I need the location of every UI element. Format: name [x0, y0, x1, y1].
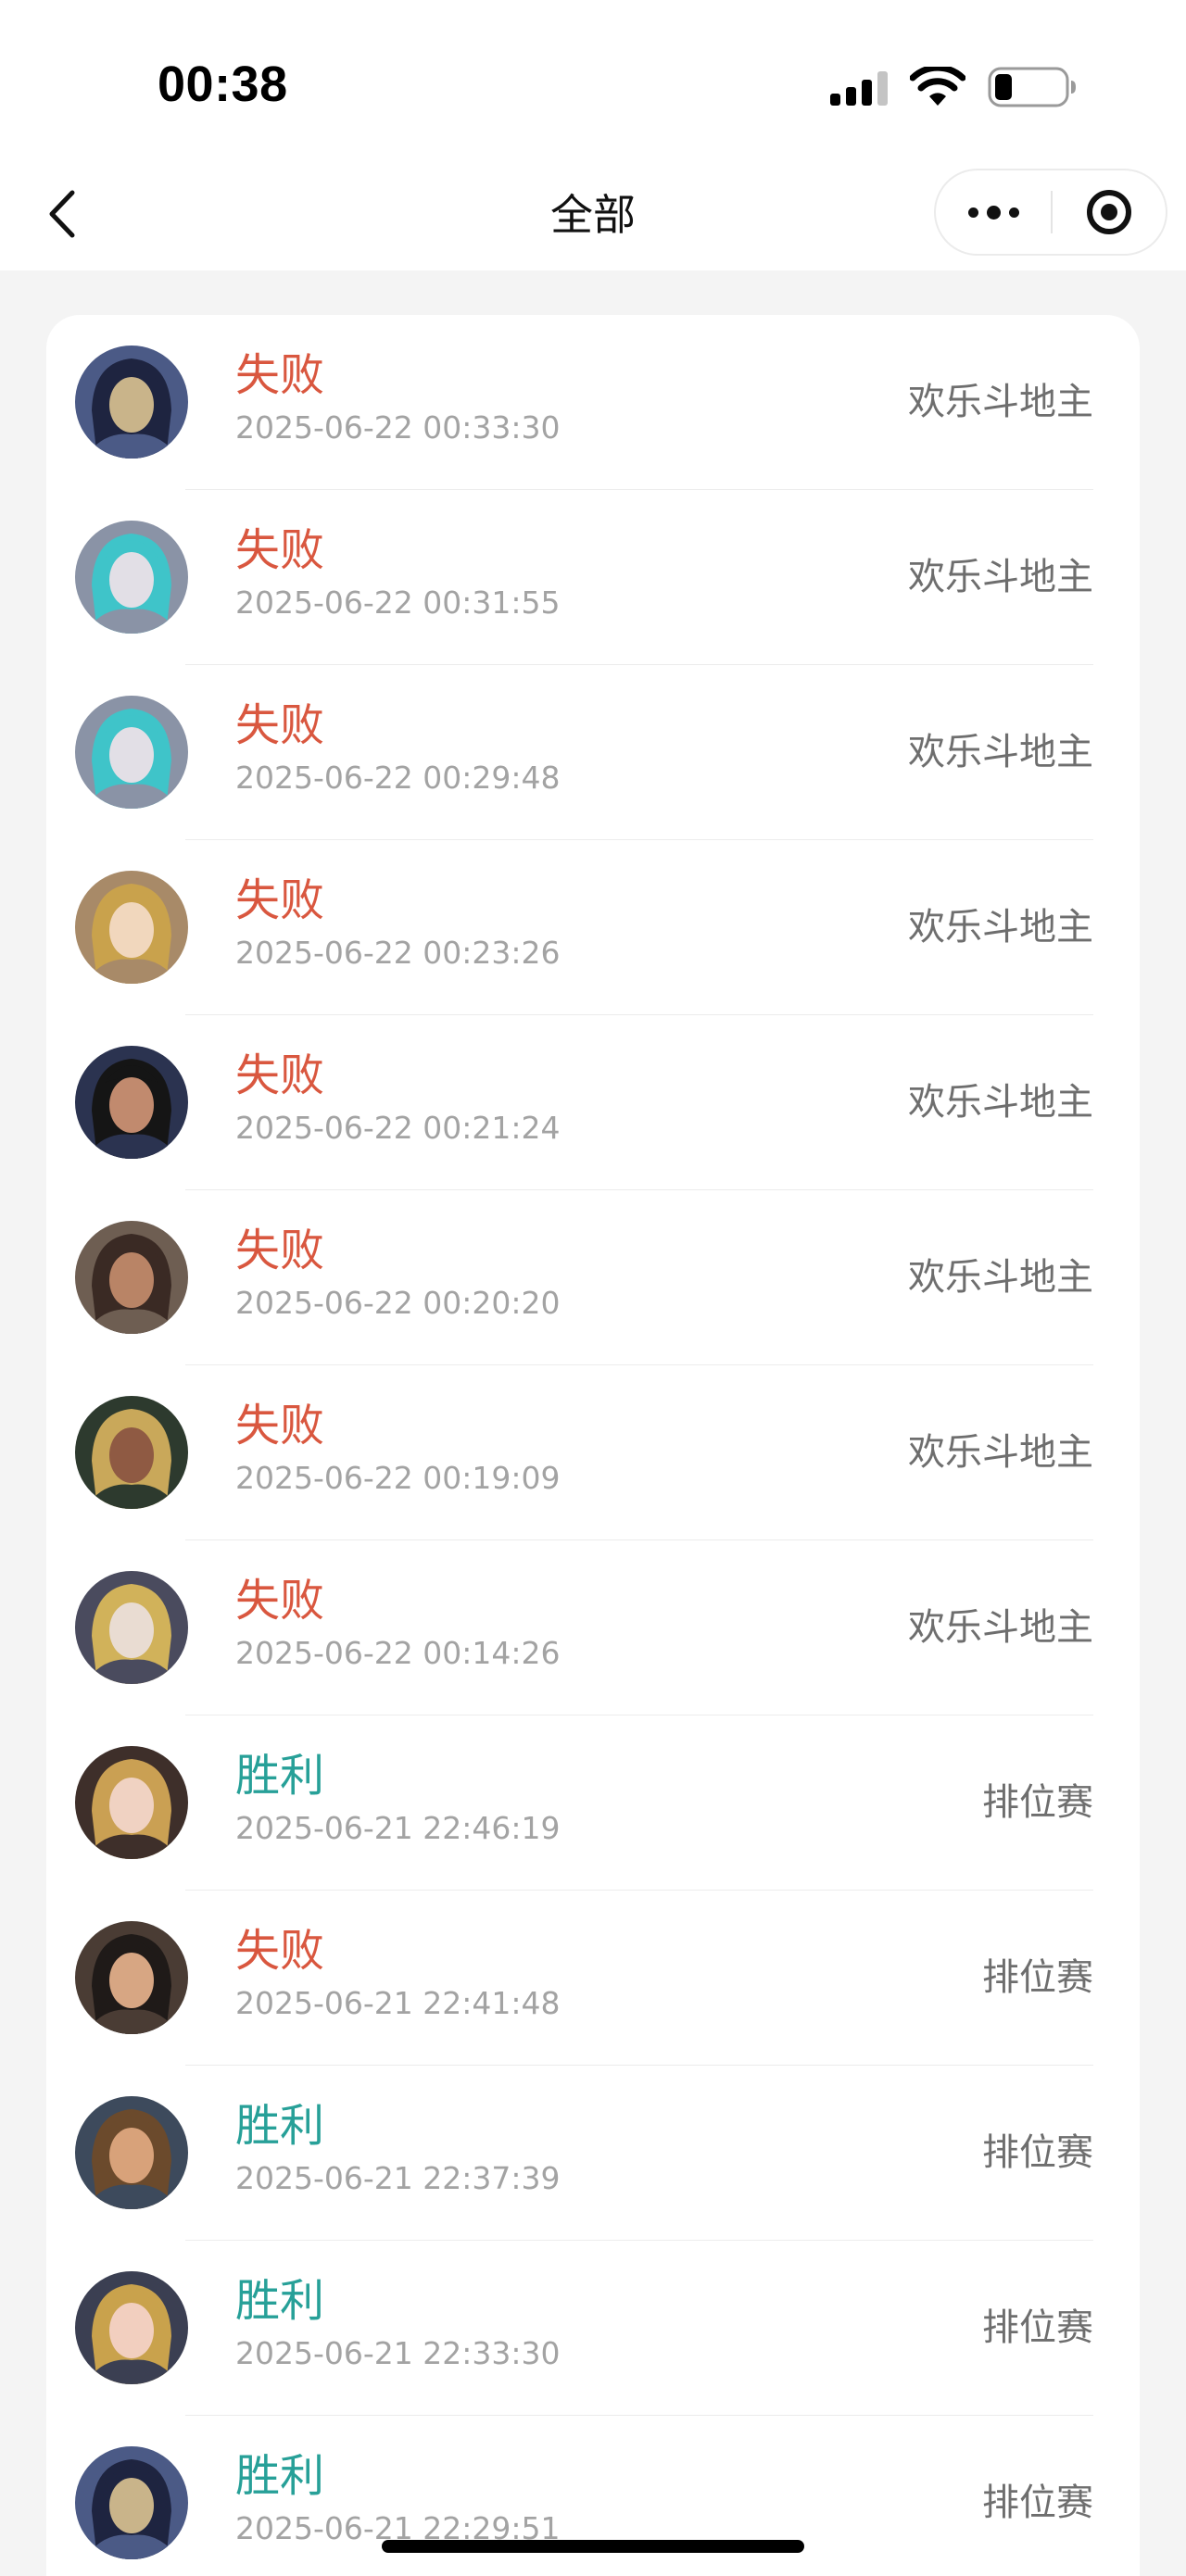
- hero-avatar: [75, 1221, 188, 1334]
- records-card: 失败 2025-06-22 00:33:30 欢乐斗地主 失败 2025-06-…: [46, 315, 1140, 2576]
- game-mode: 欢乐斗地主: [908, 381, 1093, 423]
- record-list: 失败 2025-06-22 00:33:30 欢乐斗地主 失败 2025-06-…: [46, 315, 1140, 2576]
- record-row[interactable]: 失败 2025-06-22 00:23:26 欢乐斗地主: [46, 840, 1140, 1015]
- hero-avatar: [75, 346, 188, 459]
- match-time: 2025-06-21 22:37:39: [235, 2160, 561, 2196]
- match-time: 2025-06-22 00:20:20: [235, 1285, 561, 1321]
- battery-icon: [988, 67, 1076, 107]
- cellular-signal-icon: [830, 69, 888, 106]
- match-time: 2025-06-22 00:19:09: [235, 1460, 561, 1496]
- status-bar: 00:38: [0, 0, 1186, 157]
- game-mode: 欢乐斗地主: [908, 906, 1093, 949]
- match-result: 失败: [235, 1400, 325, 1451]
- match-time: 2025-06-21 22:33:30: [235, 2335, 561, 2371]
- navigation-bar: 全部: [0, 157, 1186, 270]
- more-dots-icon: [986, 205, 1001, 220]
- mini-program-capsule: [934, 169, 1167, 256]
- status-time: 00:38: [158, 57, 288, 112]
- game-mode: 排位赛: [982, 2131, 1093, 2174]
- game-mode: 欢乐斗地主: [908, 731, 1093, 773]
- hero-avatar: [75, 1746, 188, 1859]
- match-result: 失败: [235, 1225, 325, 1276]
- game-mode: 欢乐斗地主: [908, 1081, 1093, 1124]
- match-time: 2025-06-22 00:33:30: [235, 409, 561, 446]
- record-row[interactable]: 失败 2025-06-22 00:31:55 欢乐斗地主: [46, 490, 1140, 665]
- match-result: 失败: [235, 1925, 325, 1977]
- more-options-button[interactable]: [936, 170, 1051, 254]
- hero-avatar: [75, 2096, 188, 2209]
- more-dots-icon: [1008, 207, 1019, 218]
- match-result: 胜利: [235, 2450, 325, 2502]
- hero-avatar: [75, 1396, 188, 1509]
- status-icons: [830, 65, 1077, 109]
- record-row[interactable]: 胜利 2025-06-21 22:46:19 排位赛: [46, 1715, 1140, 1891]
- match-result: 失败: [235, 524, 325, 576]
- match-time: 2025-06-22 00:31:55: [235, 584, 561, 621]
- target-circle-icon: [1087, 190, 1131, 234]
- hero-avatar: [75, 1571, 188, 1684]
- home-indicator: [382, 2540, 804, 2553]
- record-row[interactable]: 失败 2025-06-22 00:29:48 欢乐斗地主: [46, 665, 1140, 840]
- match-result: 胜利: [235, 2275, 325, 2327]
- hero-avatar: [75, 2446, 188, 2559]
- record-row[interactable]: 失败 2025-06-22 00:21:24 欢乐斗地主: [46, 1015, 1140, 1190]
- match-time: 2025-06-22 00:21:24: [235, 1110, 561, 1146]
- hero-avatar: [75, 696, 188, 809]
- hero-avatar: [75, 521, 188, 634]
- game-mode: 欢乐斗地主: [908, 556, 1093, 598]
- match-time: 2025-06-21 22:41:48: [235, 1985, 561, 2021]
- record-row[interactable]: 失败 2025-06-21 22:41:48 排位赛: [46, 1891, 1140, 2066]
- hero-avatar: [75, 871, 188, 984]
- match-time: 2025-06-22 00:14:26: [235, 1635, 561, 1671]
- record-row[interactable]: 失败 2025-06-22 00:19:09 欢乐斗地主: [46, 1365, 1140, 1540]
- match-result: 胜利: [235, 2100, 325, 2152]
- game-mode: 排位赛: [982, 2482, 1093, 2524]
- match-time: 2025-06-21 22:46:19: [235, 1810, 561, 1846]
- record-row[interactable]: 胜利 2025-06-21 22:33:30 排位赛: [46, 2241, 1140, 2416]
- match-result: 失败: [235, 874, 325, 926]
- match-result: 失败: [235, 1049, 325, 1101]
- game-mode: 欢乐斗地主: [908, 1431, 1093, 1474]
- hero-avatar: [75, 2271, 188, 2384]
- close-mini-program-button[interactable]: [1053, 170, 1166, 254]
- match-result: 失败: [235, 349, 325, 401]
- wifi-icon: [910, 67, 965, 106]
- record-row[interactable]: 失败 2025-06-22 00:20:20 欢乐斗地主: [46, 1190, 1140, 1365]
- hero-avatar: [75, 1046, 188, 1159]
- game-mode: 排位赛: [982, 1956, 1093, 1999]
- match-result: 失败: [235, 1575, 325, 1627]
- hero-avatar: [75, 1921, 188, 2034]
- match-result: 胜利: [235, 1750, 325, 1802]
- more-dots-icon: [967, 207, 978, 218]
- match-time: 2025-06-22 00:23:26: [235, 935, 561, 971]
- record-row[interactable]: 失败 2025-06-22 00:14:26 欢乐斗地主: [46, 1540, 1140, 1715]
- record-row[interactable]: 胜利 2025-06-21 22:37:39 排位赛: [46, 2066, 1140, 2241]
- game-mode: 排位赛: [982, 1781, 1093, 1824]
- game-mode: 欢乐斗地主: [908, 1606, 1093, 1649]
- match-time: 2025-06-22 00:29:48: [235, 760, 561, 796]
- game-mode: 排位赛: [982, 2306, 1093, 2349]
- game-mode: 欢乐斗地主: [908, 1256, 1093, 1299]
- record-row[interactable]: 失败 2025-06-22 00:33:30 欢乐斗地主: [46, 315, 1140, 490]
- match-result: 失败: [235, 699, 325, 751]
